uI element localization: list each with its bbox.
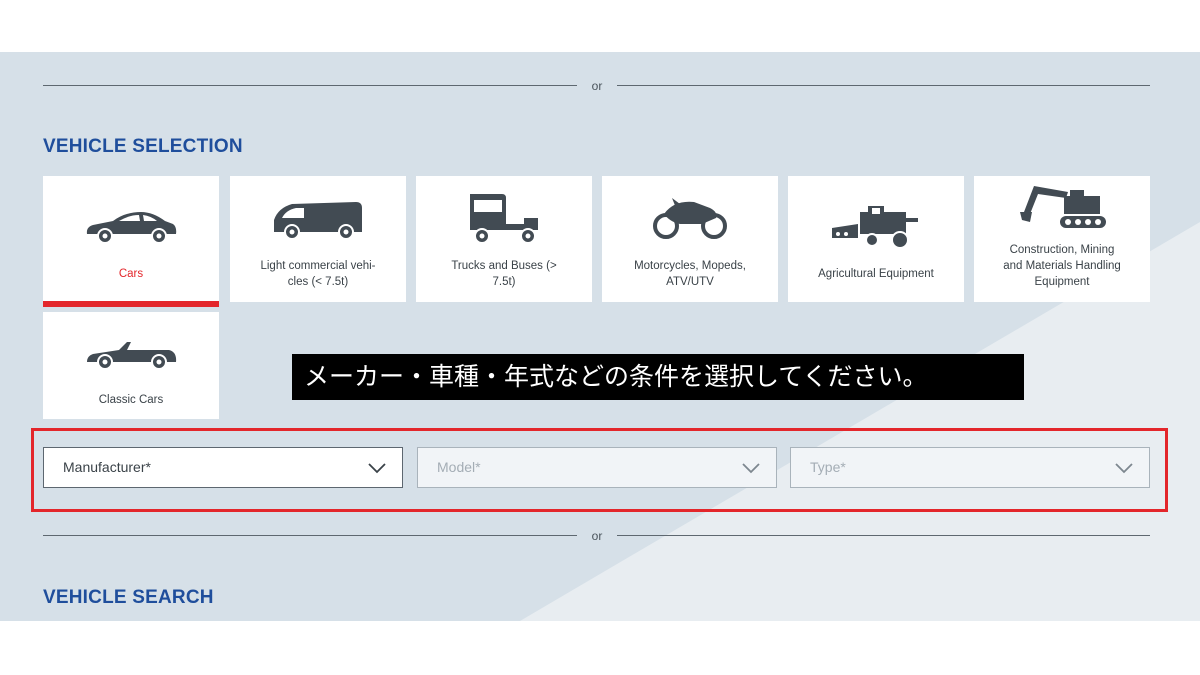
car-icon <box>43 206 219 246</box>
divider-line <box>43 85 577 86</box>
harvester-icon <box>788 204 964 248</box>
active-indicator <box>43 301 219 307</box>
van-icon <box>230 198 406 240</box>
category-label: Motorcycles, Mopeds, ATV/UTV <box>634 260 746 288</box>
category-tile-trucks-buses[interactable]: Trucks and Buses (> 7.5t) <box>416 176 592 302</box>
manufacturer-select-value: Manufacturer* <box>63 459 151 475</box>
chevron-down-icon <box>1115 463 1133 474</box>
category-tile-motorcycles[interactable]: Motorcycles, Mopeds, ATV/UTV <box>602 176 778 302</box>
category-label: Classic Cars <box>98 394 164 406</box>
category-label: Trucks and Buses (> 7.5t) <box>451 260 557 288</box>
chevron-down-icon <box>742 463 760 474</box>
category-label: Cars <box>118 268 144 280</box>
category-tile-cars[interactable]: Cars <box>43 176 219 307</box>
category-label: Agricultural Equipment <box>818 268 934 280</box>
convertible-icon <box>43 338 219 372</box>
instruction-caption: メーカー・車種・年式などの条件を選択してください。 <box>292 354 1024 400</box>
type-select[interactable]: Type* <box>790 447 1150 488</box>
motorcycle-icon <box>602 194 778 242</box>
or-divider-top: or <box>43 76 1150 96</box>
divider-line <box>617 85 1150 86</box>
category-tile-agricultural[interactable]: Agricultural Equipment <box>788 176 964 302</box>
truck-icon <box>416 190 592 246</box>
model-select-value: Model* <box>437 459 481 475</box>
excavator-icon <box>974 182 1150 234</box>
chevron-down-icon <box>368 463 386 474</box>
model-select[interactable]: Model* <box>417 447 777 488</box>
or-text: or <box>591 79 603 93</box>
vehicle-selection-heading: VEHICLE SELECTION <box>43 136 243 157</box>
divider-line <box>43 535 577 536</box>
manufacturer-select[interactable]: Manufacturer* <box>43 447 403 488</box>
category-tile-classic-cars[interactable]: Classic Cars <box>43 312 219 419</box>
or-text: or <box>591 529 603 543</box>
category-label: Construction, Mining and Materials Handl… <box>1003 244 1121 288</box>
or-divider-bottom: or <box>43 526 1150 546</box>
vehicle-search-heading: VEHICLE SEARCH <box>43 587 214 608</box>
category-tile-construction[interactable]: Construction, Mining and Materials Handl… <box>974 176 1150 302</box>
divider-line <box>617 535 1150 536</box>
type-select-value: Type* <box>810 459 846 475</box>
category-label: Light commercial vehi- cles (< 7.5t) <box>260 260 376 288</box>
category-tile-light-commercial[interactable]: Light commercial vehi- cles (< 7.5t) <box>230 176 406 302</box>
